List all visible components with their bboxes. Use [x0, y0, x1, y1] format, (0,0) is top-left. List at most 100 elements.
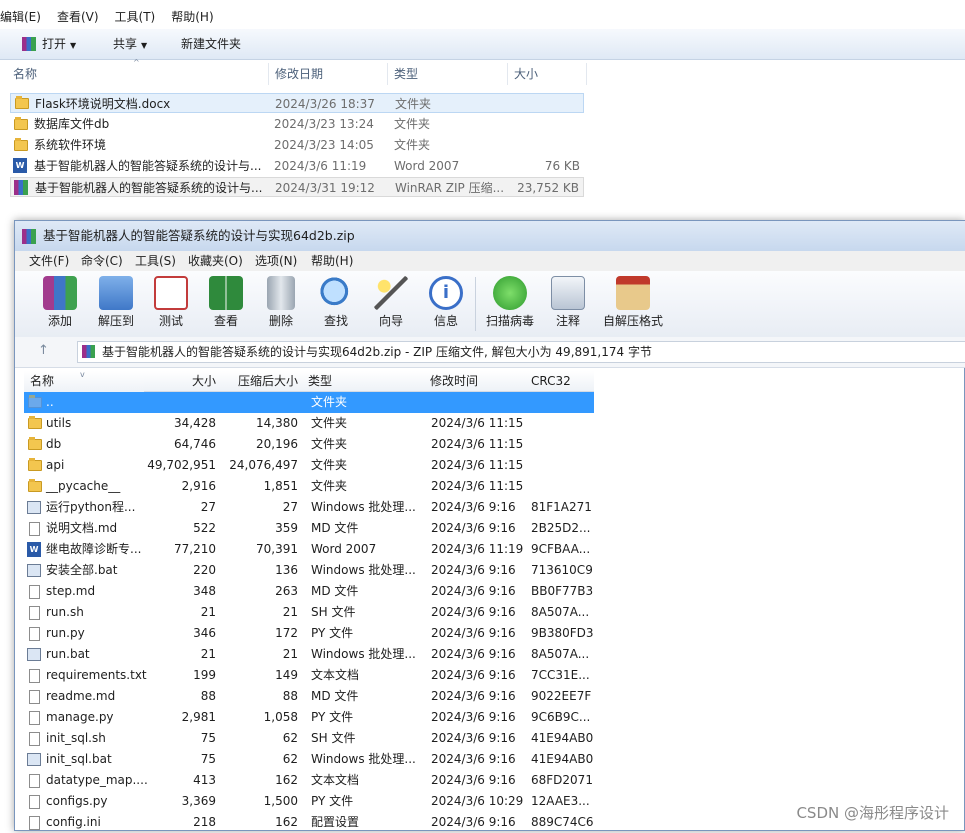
word-doc-icon: W [27, 542, 41, 557]
table-row[interactable]: .. 文件夹 [24, 392, 594, 413]
table-row[interactable]: W 继电故障诊断专... 77,210 70,391 Word 2007 2024/3/6… [24, 539, 594, 560]
cell-size: 27 [200, 500, 216, 514]
table-row[interactable]: 运行python程... 27 27 Windows 批处理... 2024/3/6 9… [24, 497, 594, 518]
cell-type: MD 文件 [311, 689, 359, 703]
menu-help[interactable]: 帮助(H) [311, 253, 353, 269]
cell-crc: 41E94AB0 [531, 752, 594, 766]
col-separator[interactable] [268, 63, 269, 85]
tool-label: 扫描病毒 [485, 314, 534, 328]
cell-crc: 68FD2071 [531, 773, 593, 787]
col-name[interactable]: 名称 [13, 63, 37, 85]
cell-type: Windows 批处理... [311, 647, 416, 661]
cell-packed: 263 [275, 584, 298, 598]
cell-modified: 2024/3/6 9:16 [431, 710, 516, 724]
cell-modified: 2024/3/6 9:16 [431, 605, 516, 619]
cell-packed: 1,500 [263, 794, 298, 808]
delete-button[interactable]: 删除 [253, 276, 309, 328]
word-doc-icon: W [13, 158, 27, 173]
table-row[interactable]: run.bat 21 21 Windows 批处理... 2024/3/6 9:16 8A… [24, 644, 594, 665]
col-modified[interactable]: 修改时间 [422, 371, 523, 392]
item-type: 文件夹 [394, 138, 431, 152]
menu-edit[interactable]: 编辑(E) [0, 8, 51, 26]
cell-name: readme.md [46, 689, 116, 703]
table-row[interactable]: init_sql.sh 75 62 SH 文件 2024/3/6 9:16 41E94AB… [24, 728, 594, 749]
extract-to-button[interactable]: 解压到 [88, 276, 144, 328]
col-separator[interactable] [387, 63, 388, 85]
list-item[interactable]: 基于智能机器人的智能答疑系统的设计与... 2024/3/31 19:12 Wi… [10, 177, 584, 197]
table-row[interactable]: db 64,746 20,196 文件夹 2024/3/6 11:15 [24, 434, 594, 455]
table-row[interactable]: configs.py 3,369 1,500 PY 文件 2024/3/6 10:29 1… [24, 791, 594, 812]
comment-button[interactable]: 注释 [540, 276, 596, 328]
new-folder-button[interactable]: 新建文件夹 [181, 36, 241, 52]
table-row[interactable]: readme.md 88 88 MD 文件 2024/3/6 9:16 9022EE7F [24, 686, 594, 707]
table-row[interactable]: run.sh 21 21 SH 文件 2024/3/6 9:16 8A507A... [24, 602, 594, 623]
cell-size: 348 [193, 584, 216, 598]
col-type[interactable]: 类型 [394, 63, 418, 85]
cell-size: 413 [193, 773, 216, 787]
winrar-titlebar[interactable]: 基于智能机器人的智能答疑系统的设计与实现64d2b.zip [15, 221, 965, 251]
cell-type: Word 2007 [311, 542, 377, 556]
col-separator[interactable] [586, 63, 587, 85]
table-row[interactable]: 说明文档.md 522 359 MD 文件 2024/3/6 9:16 2B25D2... [24, 518, 594, 539]
table-row[interactable]: init_sql.bat 75 62 Windows 批处理... 2024/3/6 9… [24, 749, 594, 770]
table-row[interactable]: utils 34,428 14,380 文件夹 2024/3/6 11:15 [24, 413, 594, 434]
menu-commands[interactable]: 命令(C) [81, 253, 123, 269]
table-row[interactable]: config.ini 218 162 配置设置 2024/3/6 9:16 889C74C… [24, 812, 594, 833]
menu-favorites[interactable]: 收藏夹(O) [188, 253, 243, 269]
cell-type: SH 文件 [311, 605, 356, 619]
sfx-button[interactable]: 自解压格式 [603, 276, 663, 328]
cell-modified: 2024/3/6 11:15 [431, 416, 524, 430]
info-button[interactable]: i 信息 [418, 276, 474, 328]
col-name[interactable]: 名称 v [24, 370, 144, 393]
list-item[interactable]: 数据库文件db 2024/3/23 13:24 文件夹 [10, 114, 584, 134]
col-packed[interactable]: 压缩后大小 [220, 371, 302, 392]
wizard-button[interactable]: 向导 [363, 276, 419, 328]
sort-arrow-icon: v [80, 370, 85, 379]
cell-type: 文件夹 [311, 395, 348, 409]
col-separator[interactable] [507, 63, 508, 85]
cell-packed: 1,851 [263, 479, 298, 493]
col-date[interactable]: 修改日期 [275, 63, 323, 85]
table-row[interactable]: run.py 346 172 PY 文件 2024/3/6 9:16 9B380FD3 [24, 623, 594, 644]
path-field[interactable]: 基于智能机器人的智能答疑系统的设计与实现64d2b.zip - ZIP 压缩文件… [77, 341, 965, 363]
cell-name: db [46, 437, 62, 451]
open-button[interactable]: 打开 ▼ [22, 36, 76, 54]
view-button[interactable]: 查看 [198, 276, 254, 328]
col-size[interactable]: 大小 [144, 371, 220, 392]
test-button[interactable]: 测试 [143, 276, 199, 328]
list-item[interactable]: W 基于智能机器人的智能答疑系统的设计与... 2024/3/6 11:19 W… [10, 156, 584, 176]
item-date: 2024/3/23 13:24 [274, 117, 374, 131]
add-button[interactable]: 添加 [32, 276, 88, 328]
list-item[interactable]: 系统软件环境 2024/3/23 14:05 文件夹 [10, 135, 584, 155]
table-row[interactable]: api 49,702,951 24,076,497 文件夹 2024/3/6 11:15 [24, 455, 594, 476]
extract-folder-icon [99, 276, 133, 310]
cell-modified: 2024/3/6 9:16 [431, 773, 516, 787]
menu-help[interactable]: 帮助(H) [171, 8, 223, 26]
cell-type: PY 文件 [311, 626, 354, 640]
cell-size: 220 [193, 563, 216, 577]
table-row[interactable]: datatype_map.... 413 162 文本文档 2024/3/6 9:16 6… [24, 770, 594, 791]
col-size[interactable]: 大小 [514, 63, 538, 85]
menu-tools[interactable]: 工具(T) [115, 8, 166, 26]
cell-type: 文本文档 [311, 773, 360, 787]
table-row[interactable]: step.md 348 263 MD 文件 2024/3/6 9:16 BB0F77B3 [24, 581, 594, 602]
table-row[interactable]: requirements.txt 199 149 文本文档 2024/3/6 9:16 7… [24, 665, 594, 686]
table-row[interactable]: 安装全部.bat 220 136 Windows 批处理... 2024/3/6 9:1… [24, 560, 594, 581]
cell-crc: BB0F77B3 [531, 584, 594, 598]
menu-file[interactable]: 文件(F) [29, 253, 69, 269]
share-button[interactable]: 共享 ▼ [113, 36, 147, 54]
find-button[interactable]: 查找 [308, 276, 364, 328]
up-arrow-icon[interactable]: ↑ [38, 343, 49, 358]
col-crc[interactable]: CRC32 [523, 371, 594, 392]
scan-virus-button[interactable]: 扫描病毒 [482, 276, 538, 328]
list-item[interactable]: Flask环境说明文档.docx 2024/3/26 18:37 文件夹 [10, 93, 584, 113]
folder-icon [28, 458, 42, 471]
col-type[interactable]: 类型 [302, 371, 422, 392]
table-row[interactable]: manage.py 2,981 1,058 PY 文件 2024/3/6 9:16 9C6… [24, 707, 594, 728]
cell-name: utils [46, 416, 72, 430]
menu-options[interactable]: 选项(N) [255, 253, 297, 269]
cell-type: Windows 批处理... [311, 752, 416, 766]
table-row[interactable]: __pycache__ 2,916 1,851 文件夹 2024/3/6 11:15 [24, 476, 594, 497]
menu-view[interactable]: 查看(V) [57, 8, 109, 26]
menu-tools[interactable]: 工具(S) [135, 253, 176, 269]
